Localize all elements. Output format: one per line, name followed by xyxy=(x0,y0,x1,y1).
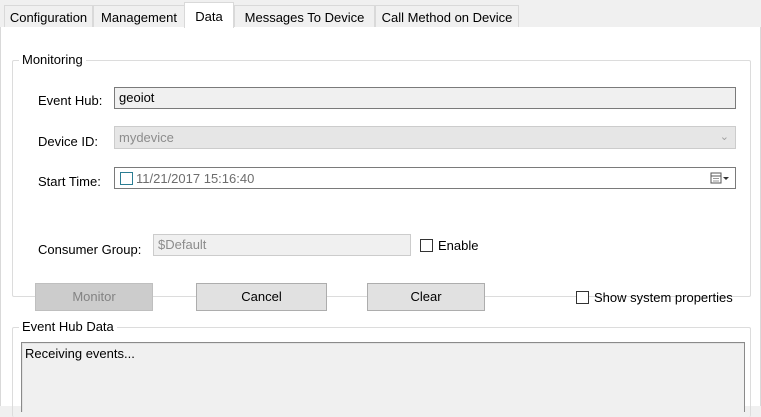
show-system-properties-label: Show system properties xyxy=(594,290,733,305)
clear-button[interactable]: Clear xyxy=(367,283,485,311)
event-hub-data-group: Event Hub Data Receiving events... xyxy=(12,319,751,417)
monitor-button[interactable]: Monitor xyxy=(35,283,153,311)
event-hub-data-group-title: Event Hub Data xyxy=(19,319,117,335)
consumer-group-label: Consumer Group: xyxy=(38,242,142,257)
tab-messages-to-device[interactable]: Messages To Device xyxy=(234,5,375,27)
start-time-value: 11/21/2017 15:16:40 xyxy=(136,171,255,186)
show-system-properties-checkbox[interactable] xyxy=(576,291,589,305)
chevron-down-icon: ⌄ xyxy=(719,131,729,143)
tab-configuration[interactable]: Configuration xyxy=(4,5,93,27)
show-system-properties-row[interactable]: Show system properties xyxy=(576,290,733,305)
consumer-group-field[interactable]: $Default xyxy=(153,234,411,256)
enable-checkbox[interactable] xyxy=(420,239,433,253)
start-time-checkbox[interactable] xyxy=(120,172,133,185)
enable-checkbox-row[interactable]: Enable xyxy=(420,238,478,253)
enable-checkbox-label: Enable xyxy=(438,238,479,253)
event-hub-label: Event Hub: xyxy=(38,93,103,108)
tab-call-method-on-device[interactable]: Call Method on Device xyxy=(375,5,519,27)
monitoring-group-title: Monitoring xyxy=(19,52,86,68)
data-tab-panel: Monitoring Event Hub: geoiot Device ID: … xyxy=(0,27,761,417)
tab-strip: Configuration Management Data Messages T… xyxy=(0,0,761,28)
start-time-label: Start Time: xyxy=(38,174,101,189)
start-time-picker[interactable]: 11/21/2017 15:16:40 xyxy=(114,167,736,189)
event-hub-field[interactable]: geoiot xyxy=(114,87,736,109)
cancel-button[interactable]: Cancel xyxy=(196,283,327,311)
device-id-label: Device ID: xyxy=(38,134,98,149)
device-id-dropdown[interactable]: mydevice ⌄ xyxy=(114,126,736,149)
device-id-value: mydevice xyxy=(119,130,174,145)
event-hub-data-output[interactable]: Receiving events... xyxy=(21,342,745,412)
tab-management[interactable]: Management xyxy=(93,5,185,27)
calendar-icon[interactable] xyxy=(710,171,730,188)
tab-data[interactable]: Data xyxy=(184,2,234,28)
monitoring-group: Monitoring Event Hub: geoiot Device ID: … xyxy=(12,52,751,311)
